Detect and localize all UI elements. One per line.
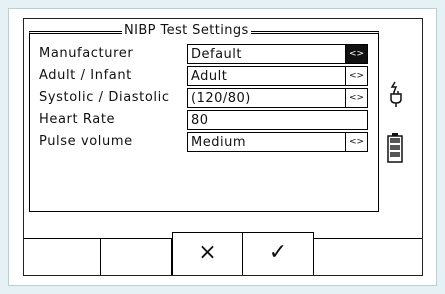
pulse-volume-label: Pulse volume bbox=[39, 134, 133, 149]
row-systolic-diastolic: Systolic / Diastolic (120/80) <> bbox=[39, 88, 369, 108]
systolic-diastolic-value: (120/80) bbox=[191, 91, 251, 106]
manufacturer-selector-icon[interactable]: <> bbox=[345, 45, 367, 63]
row-heart-rate: Heart Rate 80 bbox=[39, 110, 369, 130]
softkey-2[interactable] bbox=[101, 239, 172, 275]
systolic-diastolic-label: Systolic / Diastolic bbox=[39, 90, 170, 105]
battery-icon bbox=[387, 133, 403, 163]
row-adult-infant: Adult / Infant Adult <> bbox=[39, 66, 369, 86]
pulse-volume-field[interactable]: Medium <> bbox=[187, 132, 368, 152]
screenshot-frame: NIBP Test Settings Manufacturer Default … bbox=[8, 8, 437, 286]
adult-infant-selector-icon[interactable]: <> bbox=[345, 67, 367, 85]
manufacturer-value: Default bbox=[191, 47, 242, 62]
heart-rate-value: 80 bbox=[191, 113, 209, 128]
cancel-button[interactable]: × bbox=[172, 232, 243, 275]
manufacturer-label: Manufacturer bbox=[39, 46, 134, 61]
manufacturer-field[interactable]: Default <> bbox=[187, 44, 368, 64]
row-pulse-volume: Pulse volume Medium <> bbox=[39, 132, 369, 152]
panel-title: NIBP Test Settings bbox=[122, 23, 251, 38]
systolic-diastolic-selector-icon[interactable]: <> bbox=[345, 89, 367, 107]
adult-infant-label: Adult / Infant bbox=[39, 68, 132, 83]
heart-rate-label: Heart Rate bbox=[39, 112, 116, 127]
softkey-bar: × ✓ bbox=[24, 232, 422, 275]
confirm-button[interactable]: ✓ bbox=[243, 232, 314, 275]
adult-infant-field[interactable]: Adult <> bbox=[187, 66, 368, 86]
plug-icon bbox=[390, 81, 402, 107]
heart-rate-field[interactable]: 80 bbox=[187, 110, 368, 130]
device-screen: NIBP Test Settings Manufacturer Default … bbox=[23, 18, 423, 276]
check-icon: ✓ bbox=[268, 240, 288, 265]
adult-infant-value: Adult bbox=[191, 69, 228, 84]
row-manufacturer: Manufacturer Default <> bbox=[39, 44, 369, 64]
nibp-settings-panel: NIBP Test Settings Manufacturer Default … bbox=[29, 24, 379, 212]
close-icon: × bbox=[198, 240, 217, 265]
softkey-1[interactable] bbox=[24, 239, 101, 275]
systolic-diastolic-field[interactable]: (120/80) <> bbox=[187, 88, 368, 108]
softkey-5[interactable] bbox=[314, 239, 422, 275]
pulse-volume-selector-icon[interactable]: <> bbox=[345, 133, 367, 151]
pulse-volume-value: Medium bbox=[191, 135, 246, 150]
